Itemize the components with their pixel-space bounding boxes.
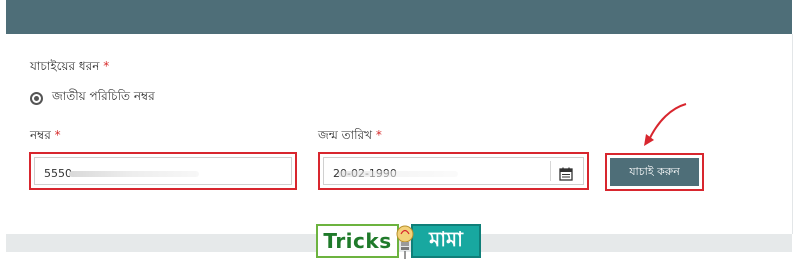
- dob-label: জন্ম তারিখ *: [318, 127, 382, 147]
- watermark-mama: মামা: [411, 224, 481, 258]
- verify-button[interactable]: যাচাই করুন: [610, 158, 699, 186]
- redaction-blur: [69, 171, 199, 177]
- verification-type-label-text: যাচাইয়ের ধরন: [30, 59, 100, 73]
- dob-input[interactable]: 20-02-1990: [323, 157, 584, 185]
- dob-label-text: জন্ম তারিখ: [318, 128, 373, 142]
- radio-selected-icon[interactable]: [30, 91, 43, 105]
- red-arrow-icon: [644, 103, 687, 146]
- lightbulb-icon: [396, 225, 414, 259]
- radio-option-label: জাতীয় পরিচিতি নম্বর: [52, 89, 155, 103]
- page: যাচাইয়ের ধরন * জাতীয় পরিচিতি নম্বর নম্…: [0, 0, 800, 268]
- radio-option-nid[interactable]: জাতীয় পরিচিতি নম্বর: [30, 88, 155, 108]
- dob-field-highlight: 20-02-1990: [318, 152, 589, 190]
- calendar-icon[interactable]: [559, 167, 573, 181]
- number-field-highlight: 5550: [29, 152, 297, 190]
- required-mark: *: [54, 128, 61, 142]
- number-input-value: 5550: [44, 167, 72, 180]
- number-label: নম্বর *: [30, 127, 61, 147]
- calendar-divider: [550, 161, 551, 181]
- required-mark: *: [375, 128, 382, 142]
- required-mark: *: [103, 59, 110, 73]
- verify-button-highlight: যাচাই করুন: [605, 153, 704, 191]
- redaction-blur: [338, 171, 458, 177]
- verification-type-label: যাচাইয়ের ধরন *: [30, 58, 109, 78]
- watermark-tricks: Tricks: [316, 224, 399, 258]
- watermark-logo: Tricks মামা: [316, 219, 486, 263]
- number-input[interactable]: 5550: [34, 157, 292, 185]
- number-label-text: নম্বর: [30, 128, 51, 142]
- section-header-bar: [6, 0, 792, 34]
